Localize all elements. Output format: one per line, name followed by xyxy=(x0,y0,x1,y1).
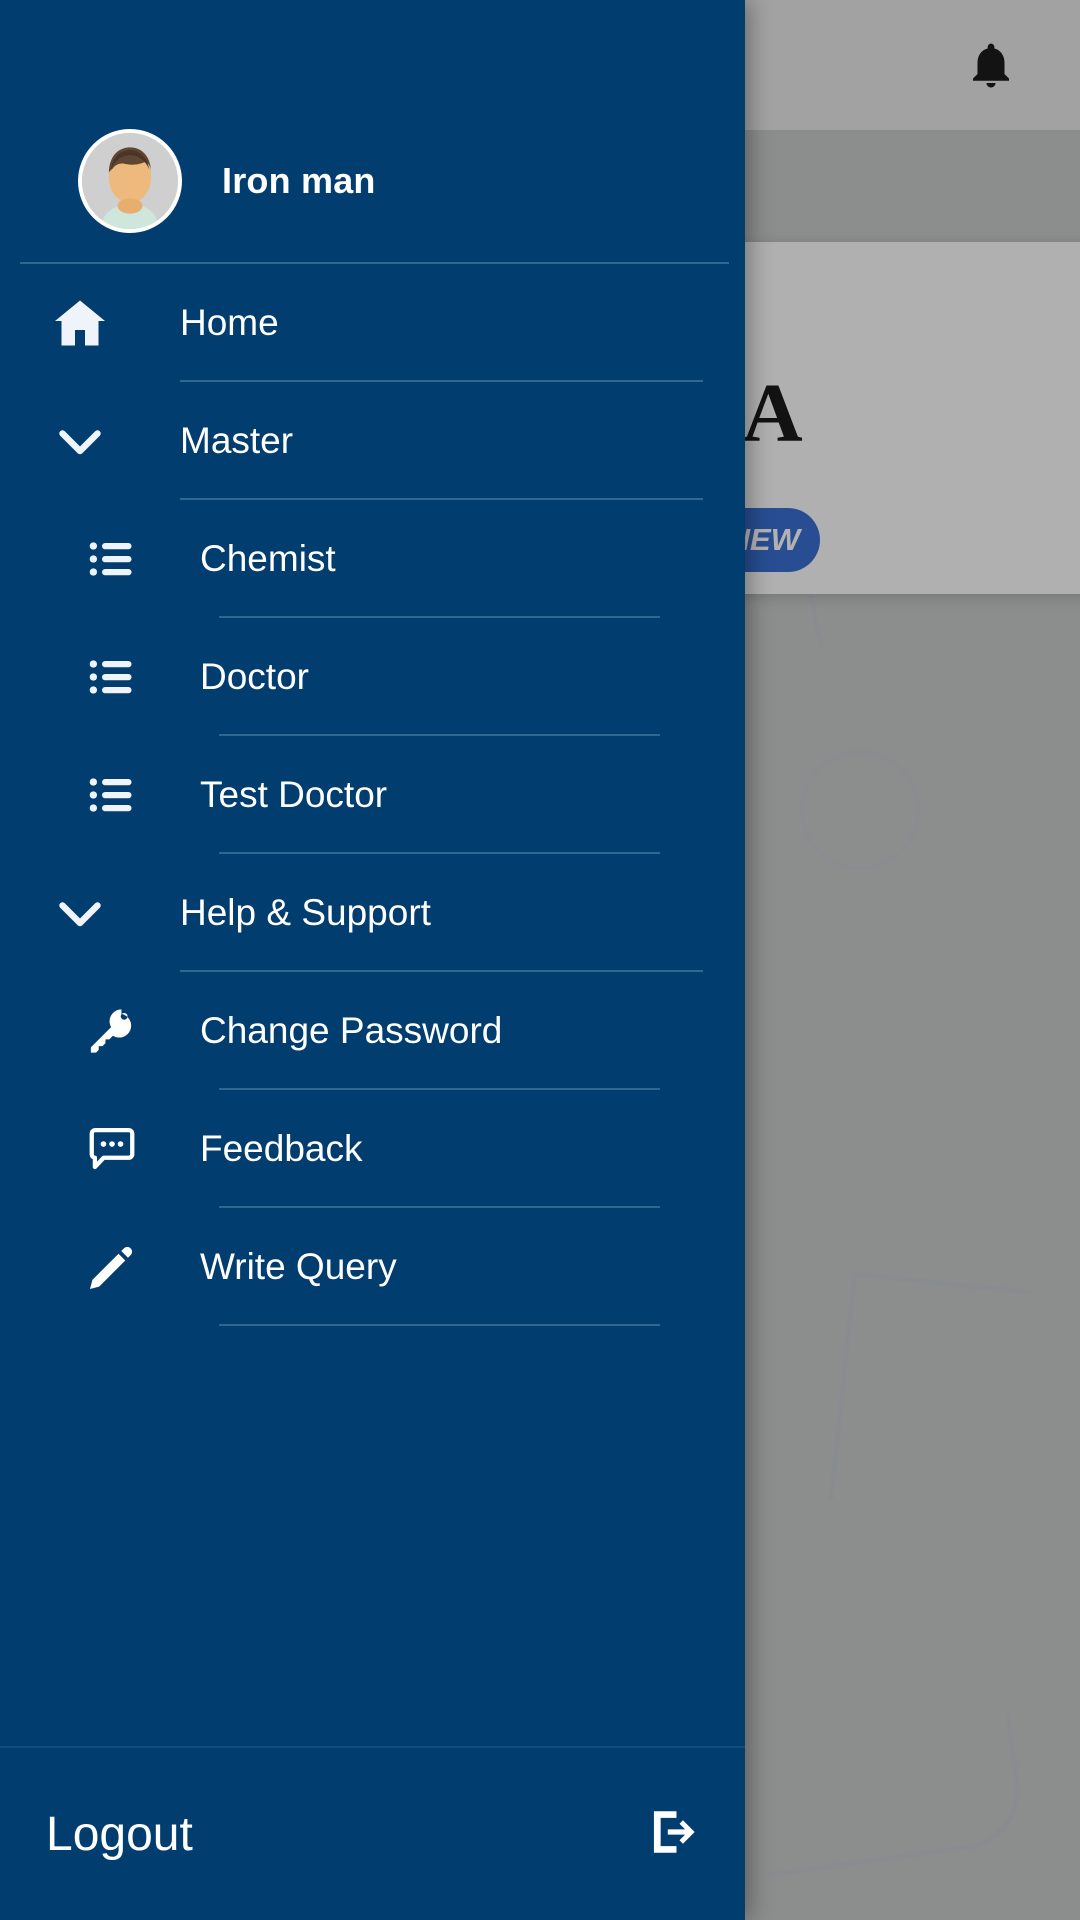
sidebar-item-write-query[interactable]: Write Query xyxy=(0,1208,745,1326)
sidebar-item-label: Help & Support xyxy=(180,892,431,933)
app-root: A NEW Iron man Home Master Chemist Docto… xyxy=(0,0,1080,1920)
pencil-icon xyxy=(80,1235,144,1299)
chevron-down-icon xyxy=(42,403,118,479)
chevron-down-icon xyxy=(42,875,118,951)
sidebar-item-label: Home xyxy=(180,302,279,343)
profile-header[interactable]: Iron man xyxy=(0,0,745,262)
sidebar-item-doctor[interactable]: Doctor xyxy=(0,618,745,736)
sidebar-item-feedback[interactable]: Feedback xyxy=(0,1090,745,1208)
sidebar-item-help-support[interactable]: Help & Support xyxy=(0,854,745,972)
key-icon xyxy=(80,999,144,1063)
logout-button[interactable]: Logout xyxy=(0,1748,745,1920)
navigation-drawer: Iron man Home Master Chemist Doctor Test… xyxy=(0,0,745,1920)
sidebar-item-label: Chemist xyxy=(200,538,336,579)
sidebar-item-label: Test Doctor xyxy=(200,774,388,815)
avatar xyxy=(78,129,182,233)
logout-label: Logout xyxy=(46,1807,193,1861)
sidebar-item-master[interactable]: Master xyxy=(0,382,745,500)
logout-icon[interactable] xyxy=(647,1806,699,1863)
list-icon xyxy=(80,645,144,709)
sidebar-item-label: Feedback xyxy=(200,1128,363,1169)
chat-icon xyxy=(80,1117,144,1181)
sidebar-item-label: Master xyxy=(180,420,294,461)
sidebar-item-label: Doctor xyxy=(200,656,309,697)
home-icon xyxy=(42,285,118,361)
row-divider xyxy=(219,1324,660,1326)
sidebar-item-label: Write Query xyxy=(200,1246,397,1287)
profile-name: Iron man xyxy=(222,160,376,201)
sidebar-item-home[interactable]: Home xyxy=(0,264,745,382)
sidebar-item-chemist[interactable]: Chemist xyxy=(0,500,745,618)
nav-list: Home Master Chemist Doctor Test Doctor H… xyxy=(0,264,745,1746)
user-avatar-icon xyxy=(82,133,178,229)
list-icon xyxy=(80,763,144,827)
sidebar-item-test-doctor[interactable]: Test Doctor xyxy=(0,736,745,854)
sidebar-item-label: Change Password xyxy=(200,1010,503,1051)
sidebar-item-change-password[interactable]: Change Password xyxy=(0,972,745,1090)
list-icon xyxy=(80,527,144,591)
